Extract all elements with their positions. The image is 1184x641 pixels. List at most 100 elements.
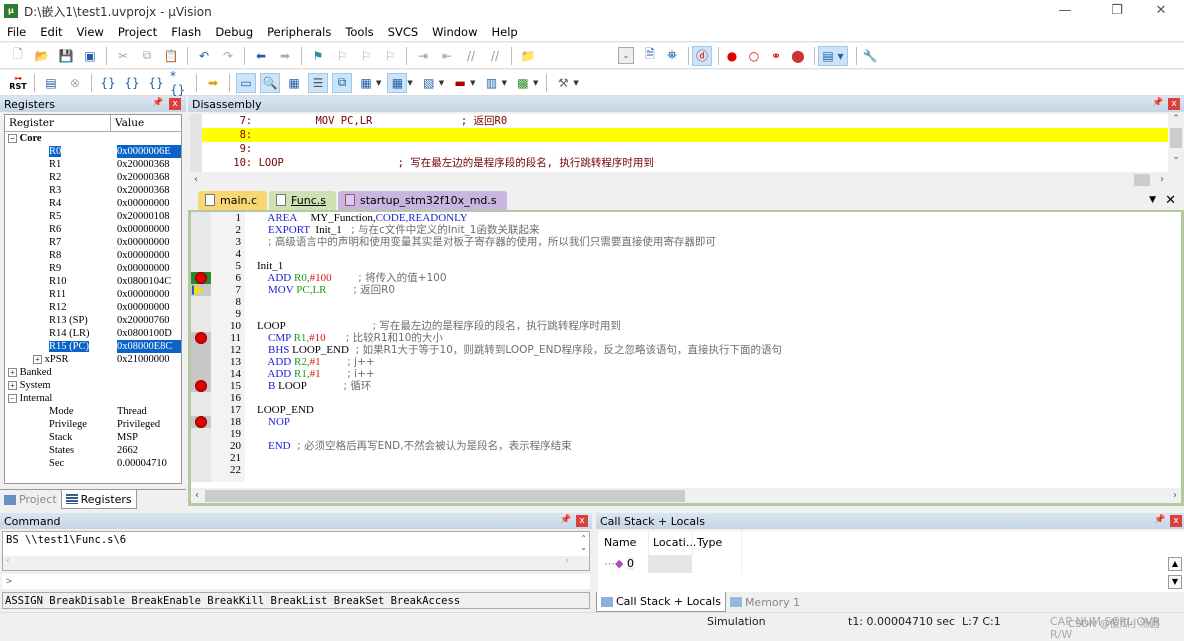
code-text[interactable]: AREA MY_Function,CODE,READONLY EXPORT In… [257,212,782,476]
call-stack-window-icon[interactable]: ⧉ [332,72,352,93]
disassembly-line[interactable]: 9: [202,142,1168,156]
run-icon[interactable]: ▤ [41,73,61,93]
dropdown-arrow[interactable]: ▼ [573,79,578,87]
register-value[interactable]: 0x00000000 [117,262,181,275]
command-hscroll[interactable]: ‹ › [3,556,589,570]
register-value[interactable]: 0x20000368 [117,184,181,197]
register-row[interactable]: R12 0x00000000 [5,301,181,314]
code-editor[interactable]: 1 2 3 4 5 6 7 8 9 10 11 12 13 14 15 16 17 18 19 20 21 22 AREA… [188,212,1184,488]
registers-window-icon[interactable]: ☰ [308,72,328,93]
command-window-icon[interactable]: ▭ [236,72,256,93]
code-line[interactable] [257,392,782,404]
close-tab-icon[interactable]: ✕ [1165,193,1176,208]
clear-bookmarks-icon[interactable]: ⚐ [380,46,400,66]
binoculars-icon[interactable]: ⛯ [662,46,682,66]
code-line[interactable]: EXPORT Init_1 ; 与在c文件中定义的Init_1函数关联起来 [257,224,782,236]
code-line[interactable]: MOV PC,LR ; 返回R0 [257,284,782,296]
expand-icon[interactable]: + [8,368,17,378]
internal-row[interactable]: Stack MSP [5,431,181,444]
tab-memory-1[interactable]: Memory 1 [726,592,804,612]
register-value[interactable]: 0x00000000 [117,223,181,236]
close-icon[interactable]: x [1168,98,1180,110]
tab-main-c[interactable]: main.c [198,191,268,210]
dropdown-arrow[interactable]: ▼ [470,79,475,87]
internal-row[interactable]: States 2662 [5,444,181,457]
code-line[interactable]: Init_1 [257,260,782,272]
kill-all-breakpoints-icon[interactable]: ⬤ [788,46,808,66]
code-line[interactable] [257,308,782,320]
register-value[interactable]: 0x0800100D [117,327,181,340]
register-row[interactable]: R4 0x00000000 [5,197,181,210]
configure-icon[interactable]: 🔧 [860,46,880,66]
breakpoint-gutter[interactable] [191,212,211,482]
collapse-icon[interactable]: − [8,394,17,404]
code-line[interactable]: LOOP_END [257,404,782,416]
register-row[interactable]: R8 0x00000000 [5,249,181,262]
register-value[interactable]: 0x21000000 [117,353,181,366]
register-row[interactable]: R11 0x00000000 [5,288,181,301]
register-row[interactable]: R6 0x00000000 [5,223,181,236]
register-value[interactable]: 0x00000000 [117,249,181,262]
dropdown-arrow[interactable]: ▼ [407,79,412,87]
cut-icon[interactable]: ✂ [113,46,133,66]
undo-icon[interactable]: ↶ [194,46,214,66]
code-line[interactable]: LOOP ; 写在最左边的是程序段的段名，执行跳转程序时用到 [257,320,782,332]
register-value[interactable]: 0x00000000 [117,197,181,210]
code-line[interactable] [257,248,782,260]
menu-project[interactable]: Project [111,25,164,39]
bookmark-icon[interactable]: ⚑ [308,46,328,66]
dropdown-arrow[interactable]: ▼ [533,79,538,87]
register-row[interactable]: R7 0x00000000 [5,236,181,249]
pin-icon[interactable]: 📌 [1154,515,1165,525]
scroll-left-icon[interactable]: ‹ [194,174,198,185]
register-value[interactable]: 0x00000000 [117,301,181,314]
insert-breakpoint-icon[interactable]: ● [722,46,742,66]
menu-peripherals[interactable]: Peripherals [260,25,338,39]
register-row[interactable]: R3 0x20000368 [5,184,181,197]
uncomment-icon[interactable]: // [485,46,505,66]
breakpoint-icon[interactable] [195,416,207,428]
menu-debug[interactable]: Debug [208,25,260,39]
menu-flash[interactable]: Flash [164,25,208,39]
nav-forward-icon[interactable]: ➡ [275,46,295,66]
register-value[interactable]: 0x0000006E [117,145,181,158]
serial-window-icon[interactable]: ▧ [419,73,439,93]
new-file-icon[interactable]: 🗋 [8,46,28,66]
register-row[interactable]: R5 0x20000108 [5,210,181,223]
debug-session-icon[interactable]: ⓓ [692,45,712,66]
editor-hscroll[interactable]: ‹ › [188,488,1184,506]
close-button[interactable]: ✕ [1138,0,1184,22]
close-icon[interactable]: x [1170,515,1182,527]
disassembly-line[interactable]: 8: [202,128,1168,142]
breakpoint-icon[interactable] [195,380,207,392]
tab-callstack-locals[interactable]: Call Stack + Locals [596,592,726,612]
memory-window-icon[interactable]: ▦ [387,72,408,93]
menu-help[interactable]: Help [485,25,525,39]
code-line[interactable]: ADD R1,#1 ; i++ [257,368,782,380]
menu-svcs[interactable]: SVCS [381,25,426,39]
collapse-icon[interactable]: − [8,134,17,144]
comment-icon[interactable]: // [461,46,481,66]
disassembly-vscroll[interactable]: ⌃ ⌄ [1168,114,1184,172]
tree-group-core[interactable]: − Core [5,132,181,145]
restore-button[interactable]: ❐ [1094,0,1140,22]
column-type[interactable]: Type [692,531,742,555]
code-line[interactable] [257,428,782,440]
pin-icon[interactable]: 📌 [560,515,571,525]
internal-row[interactable]: Mode Thread [5,405,181,418]
code-line[interactable] [257,464,782,476]
register-row[interactable]: + xPSR 0x21000000 [5,353,181,366]
scroll-down-button[interactable]: ▼ [1168,575,1182,589]
scroll-right-icon[interactable]: › [1160,174,1164,185]
code-line[interactable] [257,452,782,464]
tab-startup[interactable]: startup_stm32f10x_md.s [337,191,507,210]
register-row[interactable]: R1 0x20000368 [5,158,181,171]
toolbox-icon[interactable]: ⚒ [553,73,573,93]
expand-icon[interactable]: + [33,355,42,365]
close-icon[interactable]: x [576,515,588,527]
tree-group-internal[interactable]: − Internal [5,392,181,405]
dropdown-arrow[interactable]: ▼ [502,79,507,87]
prev-bookmark-icon[interactable]: ⚐ [332,46,352,66]
command-input[interactable] [16,574,590,589]
step-over-icon[interactable]: {} [122,73,142,93]
